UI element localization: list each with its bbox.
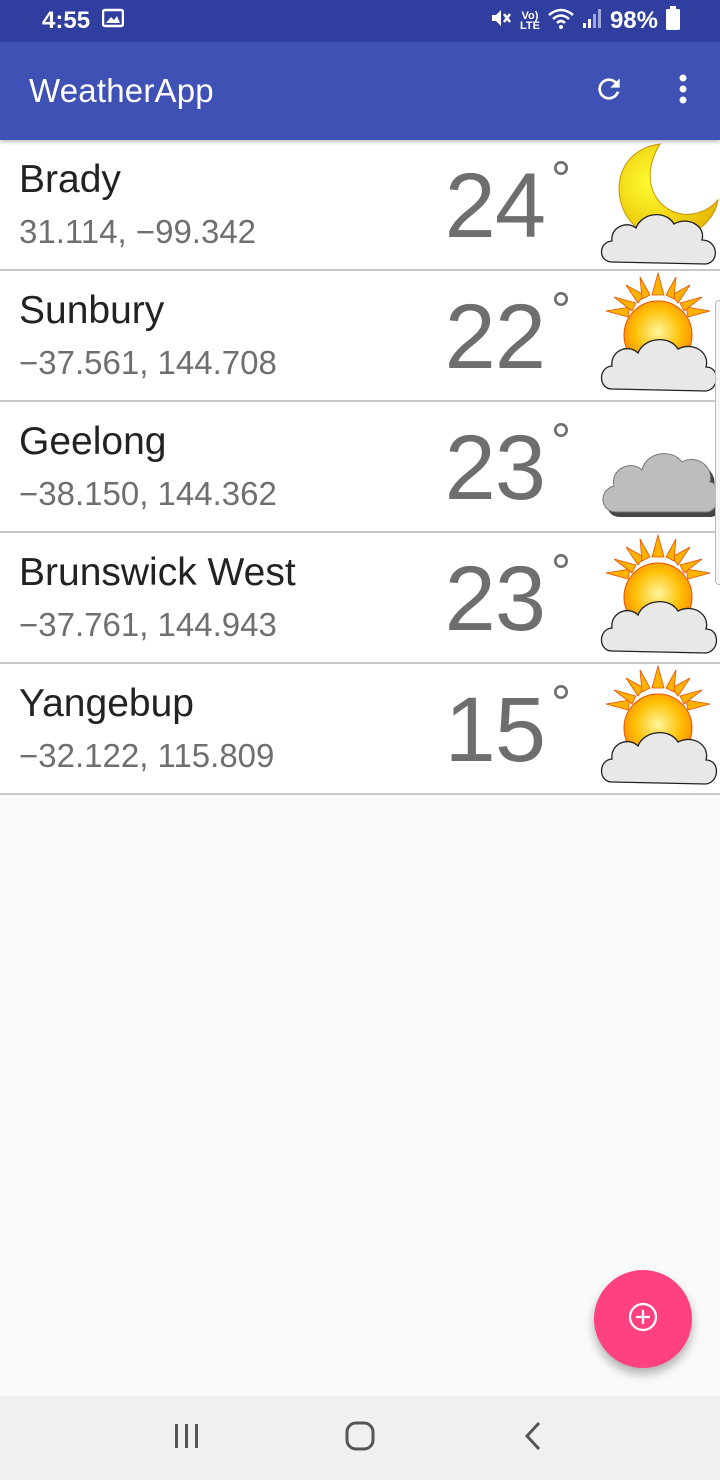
degree-symbol: ° (551, 151, 571, 207)
add-icon (627, 1301, 659, 1338)
city-coordinates: 31.114, −99.342 (19, 213, 257, 250)
recents-button[interactable] (147, 1408, 227, 1468)
home-icon (345, 1421, 375, 1456)
temperature-value: 23 (444, 548, 546, 650)
city-name: Yangebup (19, 682, 194, 725)
system-nav-bar (0, 1396, 720, 1480)
image-icon (101, 7, 125, 35)
refresh-icon (593, 73, 625, 110)
temperature-value: 24 (444, 155, 546, 257)
city-name: Sunbury (19, 289, 165, 332)
more-vert-icon (678, 74, 688, 109)
temperature-value: 23 (444, 417, 546, 519)
temperature: 15 ° (445, 678, 571, 776)
back-button[interactable] (493, 1408, 573, 1468)
city-name: Brunswick West (19, 551, 296, 594)
city-coordinates: −37.561, 144.708 (19, 344, 277, 381)
temperature: 22 ° (445, 285, 571, 383)
status-time: 4:55 (42, 7, 91, 34)
city-coordinates: −32.122, 115.809 (19, 737, 275, 774)
battery-text: 98% (609, 7, 658, 34)
temperature-value: 15 (444, 679, 546, 781)
city-coordinates: −38.150, 144.362 (19, 475, 277, 512)
app-title: WeatherApp (29, 72, 214, 109)
list-item[interactable]: Geelong −38.150, 144.362 23 ° (0, 402, 720, 533)
list-item[interactable]: Yangebup −32.122, 115.809 15 ° (0, 664, 720, 795)
degree-symbol: ° (551, 675, 571, 731)
moon-cloud-icon (598, 140, 720, 271)
back-icon (523, 1421, 543, 1456)
signal-icon (582, 7, 602, 36)
volte-icon: Vo) LTE (519, 10, 540, 32)
sun-cloud-icon (598, 271, 720, 402)
temperature: 23 ° (445, 547, 571, 645)
more-options-button[interactable] (646, 54, 720, 128)
city-coordinates: −37.761, 144.943 (19, 606, 277, 643)
recents-icon (173, 1423, 201, 1454)
mute-icon (490, 7, 512, 36)
wifi-icon (548, 7, 574, 36)
degree-symbol: ° (551, 282, 571, 338)
app-bar: WeatherApp (0, 42, 720, 140)
temperature: 23 ° (445, 416, 571, 514)
list-item[interactable]: Sunbury −37.561, 144.708 22 ° (0, 271, 720, 402)
home-button[interactable] (320, 1408, 400, 1468)
battery-icon (666, 5, 680, 37)
temperature-value: 22 (444, 286, 546, 388)
status-bar: 4:55 Vo) LTE 98% (0, 0, 720, 42)
location-list: Brady 31.114, −99.342 24 ° Sunbury −37.56… (0, 140, 720, 795)
sun-cloud-icon (598, 533, 720, 664)
sun-cloud-icon (598, 664, 720, 795)
add-location-button[interactable] (594, 1270, 692, 1368)
list-item[interactable]: Brunswick West −37.761, 144.943 23 ° (0, 533, 720, 664)
city-name: Geelong (19, 420, 167, 463)
list-item[interactable]: Brady 31.114, −99.342 24 ° (0, 140, 720, 271)
refresh-button[interactable] (572, 54, 646, 128)
degree-symbol: ° (551, 413, 571, 469)
scroll-indicator[interactable] (715, 300, 720, 585)
city-name: Brady (19, 158, 121, 201)
temperature: 24 ° (445, 154, 571, 252)
degree-symbol: ° (551, 544, 571, 600)
cloud-icon (598, 402, 720, 533)
